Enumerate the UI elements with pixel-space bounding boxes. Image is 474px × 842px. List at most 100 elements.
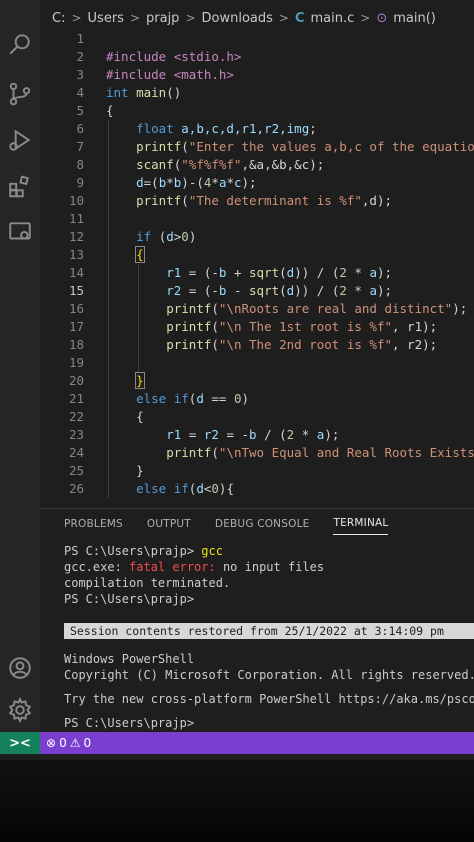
line-number: 24: [68, 445, 84, 460]
code-text: scanf("%f%f%f",&a,&b,&c);: [136, 157, 325, 172]
code-text: {: [106, 103, 114, 118]
breadcrumb-drive[interactable]: C:: [52, 11, 65, 26]
chevron-right-icon: >: [129, 11, 140, 25]
search-icon[interactable]: [6, 30, 34, 58]
terminal-line: Copyright (C) Microsoft Corporation. All…: [64, 668, 474, 682]
line-number: 4: [76, 85, 84, 100]
code-line: 16 printf("\nRoots are real and distinct…: [40, 300, 474, 318]
tab-debug-console[interactable]: DEBUG CONSOLE: [215, 512, 310, 535]
code-text: d=(b*b)-(4*a*c);: [136, 175, 257, 190]
code-line: 8 scanf("%f%f%f",&a,&b,&c);: [40, 156, 474, 174]
code-line: 4 int main(): [40, 84, 474, 102]
code-editor[interactable]: 1 2 #include <stdio.h> 3 #include <math.h> 4 i…: [40, 26, 474, 502]
line-number: 10: [68, 193, 84, 208]
session-restored-banner: Session contents restored from 25/1/2022…: [64, 623, 474, 639]
indent-guide: [138, 264, 139, 372]
line-number: 13: [68, 247, 84, 262]
line-number: 26: [68, 481, 84, 496]
line-number: 12: [68, 229, 84, 244]
line-number: 25: [68, 463, 84, 478]
code-line: 7 printf("Enter the values a,b,c of the …: [40, 138, 474, 156]
run-debug-icon[interactable]: [6, 126, 34, 154]
chevron-right-icon: >: [185, 11, 196, 25]
code-line: 1: [40, 30, 474, 48]
code-text: #include <math.h>: [106, 67, 234, 82]
line-number: 15: [68, 283, 84, 298]
line-number: 9: [76, 175, 84, 190]
line-number: 5: [76, 103, 84, 118]
terminal-line: Try the new cross-platform PowerShell ht…: [64, 692, 474, 706]
tab-terminal[interactable]: TERMINAL: [333, 511, 389, 535]
code-text: else if(d<0){: [136, 481, 234, 496]
code-line: 14 r1 = (-b + sqrt(d)) / (2 * a);: [40, 264, 474, 282]
function-symbol-icon: ⊙: [376, 10, 388, 26]
line-number: 17: [68, 319, 84, 334]
settings-gear-icon[interactable]: [6, 696, 34, 724]
code-line: 11: [40, 210, 474, 228]
code-line: 26 else if(d<0){: [40, 480, 474, 498]
code-line: 24 printf("\nTwo Equal and Real Roots Ex…: [40, 444, 474, 462]
indent-guide: [108, 120, 109, 498]
terminal-prompt: PS C:\Users\prajp>: [64, 716, 195, 730]
code-text: float a,b,c,d,r1,r2,img;: [136, 121, 317, 136]
code-line: 25 }: [40, 462, 474, 480]
account-icon[interactable]: [6, 654, 34, 682]
line-number: 22: [68, 409, 84, 424]
code-line: 9 d=(b*b)-(4*a*c);: [40, 174, 474, 192]
code-text: r1 = r2 = -b / (2 * a);: [166, 427, 340, 442]
code-line: 17 printf("\n The 1st root is %f", r1);: [40, 318, 474, 336]
code-line: 19: [40, 354, 474, 372]
line-number: 18: [68, 337, 84, 352]
terminal-prompt: PS C:\Users\prajp>: [64, 592, 195, 606]
breadcrumb-file[interactable]: main.c: [311, 11, 355, 26]
code-line: 20 }: [40, 372, 474, 390]
terminal-line: Windows PowerShell: [64, 652, 195, 666]
monitor-bezel: [0, 760, 474, 842]
breadcrumb-users[interactable]: Users: [88, 11, 124, 26]
problems-status[interactable]: ⊗ 0 ⚠ 0: [46, 736, 91, 750]
code-line: 15 r2 = (-b - sqrt(d)) / (2 * a);: [40, 282, 474, 300]
code-text: }: [135, 372, 145, 389]
terminal-line: PS C:\Users\prajp> gcc: [64, 544, 223, 558]
chevron-right-icon: >: [278, 11, 289, 25]
code-text: r2 = (-b - sqrt(d)) / (2 * a);: [166, 283, 393, 298]
line-number: 20: [68, 373, 84, 388]
breadcrumb-symbol[interactable]: main(): [393, 11, 436, 26]
code-line: 10 printf("The determinant is %f",d);: [40, 192, 474, 210]
code-line: 13 {: [40, 246, 474, 264]
line-number: 23: [68, 427, 84, 442]
extensions-icon[interactable]: [6, 172, 34, 200]
terminal-error-line: gcc.exe: fatal error: no input files: [64, 560, 325, 574]
chevron-right-icon: >: [71, 11, 82, 25]
chevron-right-icon: >: [360, 11, 371, 25]
code-text: r1 = (-b + sqrt(d)) / (2 * a);: [166, 265, 393, 280]
activity-bar: [0, 0, 40, 732]
code-text: printf("The determinant is %f",d);: [136, 193, 392, 208]
tab-output[interactable]: OUTPUT: [147, 512, 191, 535]
source-control-icon[interactable]: [6, 80, 34, 108]
code-text: printf("\nRoots are real and distinct");: [166, 301, 468, 316]
code-text: int main(): [106, 85, 182, 100]
breadcrumb-downloads[interactable]: Downloads: [202, 11, 273, 26]
code-line: 18 printf("\n The 2nd root is %f", r2);: [40, 336, 474, 354]
code-text: printf("\n The 1st root is %f", r1);: [166, 319, 438, 334]
breadcrumb-user-folder[interactable]: prajp: [146, 11, 179, 26]
line-number: 6: [76, 121, 84, 136]
remote-explorer-icon[interactable]: [6, 218, 34, 246]
line-number: 16: [68, 301, 84, 316]
code-text: }: [136, 463, 144, 478]
line-number: 14: [68, 265, 84, 280]
code-text: if (d>0): [136, 229, 197, 244]
remote-indicator-icon[interactable]: ><: [0, 732, 40, 754]
line-number: 1: [76, 31, 84, 46]
warning-count: 0: [83, 736, 92, 750]
code-line: 12 if (d>0): [40, 228, 474, 246]
code-text: {: [135, 246, 145, 263]
terminal-line: compilation terminated.: [64, 576, 231, 590]
code-line: 3 #include <math.h>: [40, 66, 474, 84]
line-number: 2: [76, 49, 84, 64]
code-text: printf("\nTwo Equal and Real Roots Exist…: [166, 445, 474, 460]
code-text: #include <stdio.h>: [106, 49, 242, 64]
tab-problems[interactable]: PROBLEMS: [64, 512, 123, 535]
line-number: 8: [76, 157, 84, 172]
